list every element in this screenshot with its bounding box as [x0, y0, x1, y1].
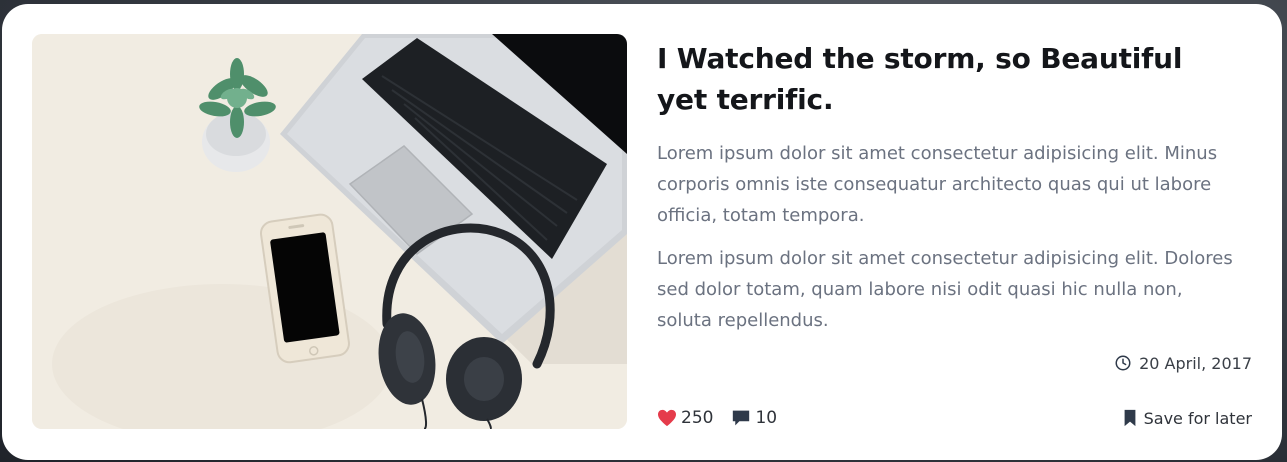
desk-illustration	[32, 34, 627, 429]
publish-date-text: 20 April, 2017	[1139, 353, 1252, 373]
article-paragraph: Lorem ipsum dolor sit amet consectetur a…	[657, 143, 1218, 226]
like-count: 250	[681, 408, 714, 428]
article-stats: 250 10	[657, 408, 777, 428]
comment-count: 10	[755, 408, 778, 428]
heart-icon	[657, 408, 677, 428]
article-image[interactable]	[32, 34, 627, 429]
article-card: I Watched the storm, so Beautiful yet te…	[2, 4, 1282, 460]
article-title[interactable]: I Watched the storm, so Beautiful yet te…	[657, 38, 1217, 120]
clock-icon	[1113, 353, 1133, 373]
publish-date: 20 April, 2017	[1113, 353, 1252, 373]
like-button[interactable]: 250	[657, 408, 713, 428]
bookmark-icon	[1120, 408, 1140, 428]
comment-icon	[731, 408, 751, 428]
comment-button[interactable]: 10	[731, 408, 777, 428]
save-for-later-label: Save for later	[1143, 408, 1252, 428]
article-footer: 250 10 Save for later	[657, 405, 1252, 431]
save-for-later-button[interactable]: Save for later	[1120, 408, 1252, 428]
article-content: I Watched the storm, so Beautiful yet te…	[657, 38, 1252, 434]
article-paragraph: Lorem ipsum dolor sit amet consectetur a…	[657, 248, 1233, 331]
